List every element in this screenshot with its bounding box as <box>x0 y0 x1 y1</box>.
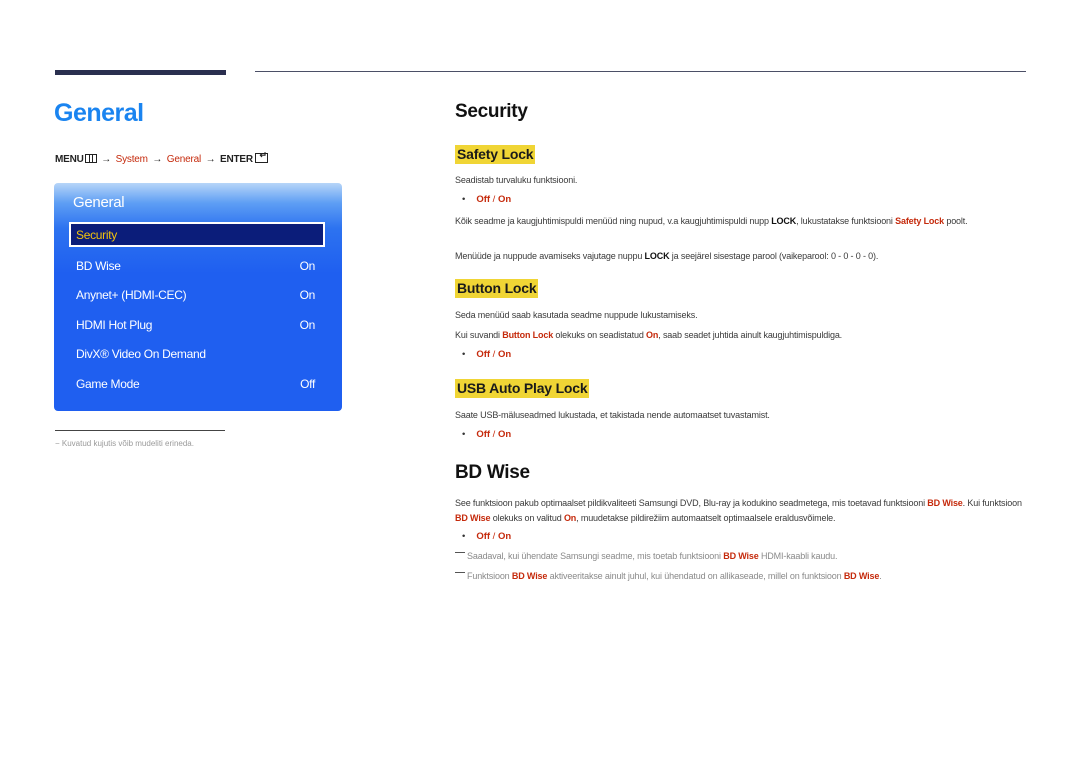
bullet-icon: • <box>462 531 466 542</box>
text: . <box>879 571 882 581</box>
footnote-divider <box>55 430 225 431</box>
text: See funktsioon pakub optimaalset pildikv… <box>455 498 928 508</box>
option-off: Off <box>476 349 491 360</box>
text: , muudetakse pildirežiim automaatselt op… <box>576 513 836 523</box>
text: , lukustatakse funktsiooni <box>796 216 896 226</box>
button-lock-description: Seda menüüd saab kasutada seadme nuppude… <box>455 310 698 320</box>
osd-title: General <box>73 194 125 211</box>
breadcrumb-system: System <box>115 154 148 165</box>
option-separator: / <box>490 194 498 205</box>
section-title-bd-wise: BD Wise <box>455 462 530 483</box>
section-title-security: Security <box>455 101 528 122</box>
bd-wise-paragraph: See funktsioon pakub optimaalset pildikv… <box>455 496 1025 526</box>
option-off: Off <box>476 194 491 205</box>
option-separator: / <box>490 531 498 542</box>
osd-item-value: On <box>299 259 316 273</box>
osd-item-security[interactable]: Security <box>69 222 325 247</box>
on-ref: On <box>646 330 659 340</box>
osd-item-bd-wise[interactable]: BD Wise On <box>69 254 325 279</box>
safety-lock-paragraph-2: Menüüde ja nuppude avamiseks vajutage nu… <box>455 249 1020 264</box>
safety-lock-paragraph-1: Kõik seadme ja kaugjuhtimispuldi menüüd … <box>455 214 1020 229</box>
option-on: On <box>497 194 512 205</box>
usb-lock-description: Saate USB-mäluseadmed lukustada, et taki… <box>455 410 770 420</box>
subsection-title-usb-auto-play-lock: USB Auto Play Lock <box>455 379 590 398</box>
text: aktiveeritakse ainult juhul, kui ühendat… <box>547 571 844 581</box>
osd-item-anynet[interactable]: Anynet+ (HDMI-CEC) On <box>69 283 325 308</box>
text: poolt. <box>944 216 968 226</box>
menu-label: MENU <box>55 154 84 165</box>
bullet-icon: • <box>462 349 466 360</box>
osd-item-label: Security <box>76 228 117 242</box>
note-dash-icon <box>455 552 465 553</box>
bd-wise-note-1: Saadaval, kui ühendate Samsungi seadme, … <box>455 551 837 561</box>
footnote: − Kuvatud kujutis võib mudeliti erineda. <box>55 439 194 448</box>
text: olekuks on valitud <box>490 513 564 523</box>
safety-lock-ref: Safety Lock <box>895 216 944 226</box>
bullet-icon: • <box>462 429 466 440</box>
bd-wise-ref: BD Wise <box>455 513 491 523</box>
arrow-icon: → <box>152 154 163 165</box>
osd-item-label: DivX® Video On Demand <box>76 347 206 361</box>
text: Menüüde ja nuppude avamiseks vajutage nu… <box>455 251 645 261</box>
arrow-icon: → <box>205 154 216 165</box>
text: HDMI-kaabli kaudu. <box>758 551 838 561</box>
note-dash-icon <box>455 572 465 573</box>
enter-label: ENTER <box>219 154 253 165</box>
page-title: General <box>54 99 144 127</box>
osd-item-label: HDMI Hot Plug <box>76 318 153 332</box>
menu-path-breadcrumb: MENU → System → General → ENTER <box>55 150 268 165</box>
bd-wise-ref: BD Wise <box>843 571 880 581</box>
button-lock-ref: Button Lock <box>502 330 554 340</box>
button-lock-paragraph: Kui suvandi Button Lock olekuks on seadi… <box>455 328 1020 343</box>
osd-general-menu: General Security BD Wise On Anynet+ (HDM… <box>54 183 342 411</box>
button-lock-options: • Off / On <box>462 349 511 360</box>
bullet-icon: • <box>462 194 466 205</box>
subsection-title-button-lock: Button Lock <box>455 279 539 298</box>
menu-icon <box>84 154 97 163</box>
usb-lock-options: • Off / On <box>462 429 511 440</box>
text: olekuks on seadistatud <box>553 330 647 340</box>
osd-item-value: Off <box>300 377 315 391</box>
option-off: Off <box>476 429 491 440</box>
arrow-icon: → <box>101 154 112 165</box>
subsection-title-safety-lock: Safety Lock <box>455 145 536 164</box>
bd-wise-note-2: Funktsioon BD Wise aktiveeritakse ainult… <box>455 571 882 581</box>
on-ref: On <box>563 513 577 523</box>
bd-wise-options: • Off / On <box>462 531 511 542</box>
bd-wise-ref: BD Wise <box>511 571 548 581</box>
bd-wise-ref: BD Wise <box>723 551 759 561</box>
option-on: On <box>497 531 512 542</box>
text: Funktsioon <box>467 571 512 581</box>
text: Kõik seadme ja kaugjuhtimispuldi menüüd … <box>455 216 772 226</box>
option-separator: / <box>490 349 498 360</box>
text: , saab seadet juhtida ainult kaugjuhtimi… <box>658 330 843 340</box>
text: . Kui funktsioon <box>962 498 1022 508</box>
header-rule-thick <box>55 70 226 75</box>
enter-icon <box>254 150 268 163</box>
breadcrumb-general: General <box>166 154 201 165</box>
option-on: On <box>497 429 512 440</box>
osd-item-divx[interactable]: DivX® Video On Demand <box>69 342 325 367</box>
osd-item-label: Game Mode <box>76 377 140 391</box>
osd-item-value: On <box>299 288 316 302</box>
osd-item-label: BD Wise <box>76 259 121 273</box>
text: ja seejärel sisestage parool (vaikeparoo… <box>669 251 879 261</box>
text: Saadaval, kui ühendate Samsungi seadme, … <box>467 551 724 561</box>
osd-item-hdmi-hot-plug[interactable]: HDMI Hot Plug On <box>69 313 325 338</box>
option-off: Off <box>476 531 491 542</box>
safety-lock-description: Seadistab turvaluku funktsiooni. <box>455 175 578 185</box>
bd-wise-ref: BD Wise <box>927 498 963 508</box>
osd-item-label: Anynet+ (HDMI-CEC) <box>76 288 187 302</box>
option-on: On <box>497 349 512 360</box>
lock-key-label: LOCK <box>771 216 797 226</box>
osd-item-game-mode[interactable]: Game Mode Off <box>69 372 325 397</box>
lock-key-label: LOCK <box>644 251 670 261</box>
option-separator: / <box>490 429 498 440</box>
osd-item-value: On <box>299 318 316 332</box>
header-rule-thin <box>255 71 1026 72</box>
safety-lock-options: • Off / On <box>462 194 511 205</box>
text: Kui suvandi <box>455 330 503 340</box>
